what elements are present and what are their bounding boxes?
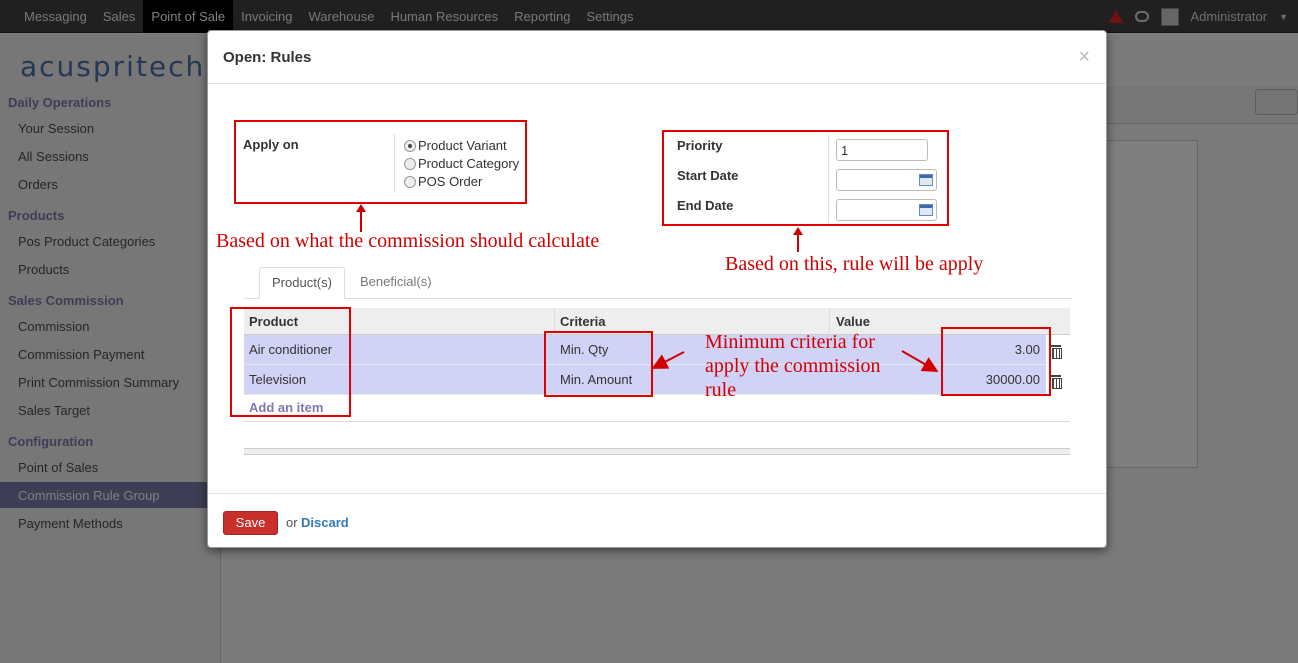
- highlight-product-column: [230, 307, 351, 417]
- annotation-dates: Based on this, rule will be apply: [725, 253, 984, 275]
- highlight-criteria-column: [544, 331, 653, 397]
- arrow-up-icon: [793, 227, 803, 252]
- or-text: or: [286, 515, 298, 530]
- tab-products[interactable]: Product(s): [259, 267, 345, 299]
- annotation-apply-on: Based on what the commission should calc…: [216, 230, 600, 252]
- modal-header: Open: Rules ×: [208, 31, 1106, 84]
- annotation-criteria-line-3: rule: [705, 379, 737, 401]
- column-criteria[interactable]: Criteria: [560, 314, 606, 329]
- arrow-left-icon: [651, 351, 685, 369]
- save-button[interactable]: Save: [223, 511, 278, 535]
- highlight-value-column: [941, 327, 1051, 396]
- trash-icon[interactable]: [1051, 375, 1062, 389]
- trash-icon[interactable]: [1051, 345, 1062, 359]
- rules-dialog: Open: Rules × Apply on Product Variant P…: [207, 30, 1107, 548]
- column-value[interactable]: Value: [836, 314, 870, 329]
- grid-scrollbar[interactable]: [244, 448, 1070, 455]
- close-icon[interactable]: ×: [1078, 46, 1090, 69]
- arrow-right-icon: [901, 350, 939, 372]
- modal-title: Open: Rules: [223, 49, 312, 66]
- discard-button[interactable]: Discard: [301, 515, 349, 530]
- annotation-arrows: [651, 350, 939, 372]
- divider: [244, 421, 1070, 422]
- highlight-apply-on: [234, 120, 527, 204]
- tab-beneficials[interactable]: Beneficial(s): [348, 267, 444, 299]
- highlight-dates: [662, 130, 949, 226]
- modal-footer: Save or Discard: [208, 493, 1106, 548]
